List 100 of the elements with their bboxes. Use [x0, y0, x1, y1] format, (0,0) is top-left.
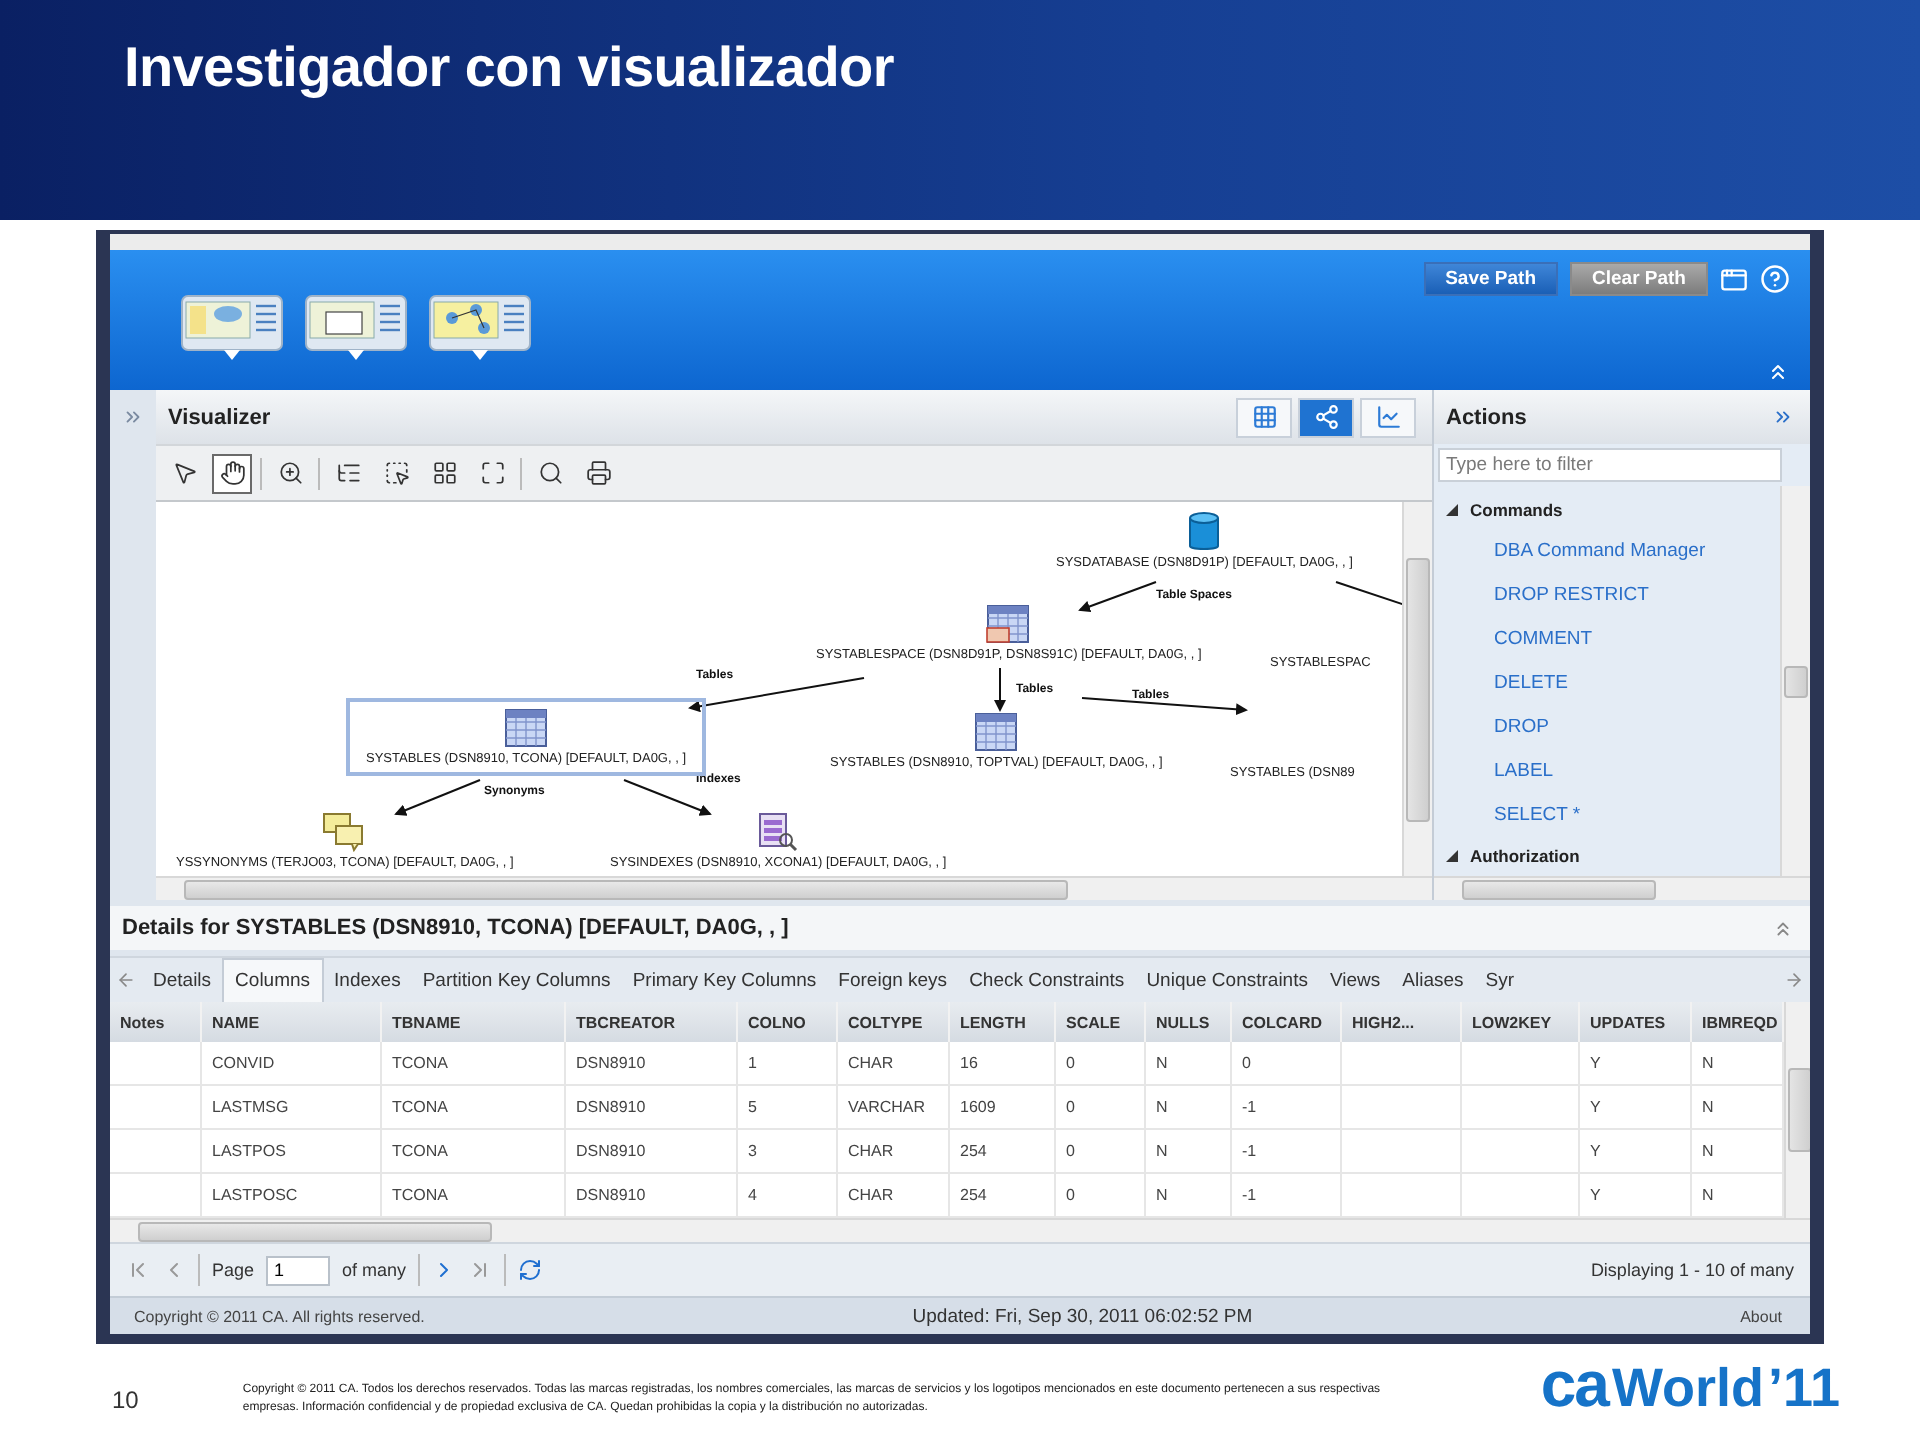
action-link[interactable]: DBA Command Manager: [1434, 529, 1780, 574]
tab[interactable]: Partition Key Columns: [411, 958, 622, 1002]
first-page-icon[interactable]: [126, 1258, 150, 1282]
tab[interactable]: Indexes: [323, 958, 412, 1002]
column-header[interactable]: Notes: [110, 1002, 202, 1042]
search-icon: [537, 460, 563, 486]
column-header[interactable]: NULLS: [1146, 1002, 1232, 1042]
tree-icon: [335, 460, 361, 486]
expander-icon[interactable]: [1446, 503, 1458, 516]
view-thumbnail-button[interactable]: [180, 294, 284, 362]
table-cell: N: [1146, 1130, 1232, 1174]
table-cell: TCONA: [382, 1042, 566, 1086]
table-layout-icon: [304, 294, 408, 362]
tab[interactable]: Aliases: [1391, 958, 1475, 1002]
collapse-icon[interactable]: [1766, 360, 1790, 384]
action-link[interactable]: DELETE: [1434, 661, 1780, 705]
path-button[interactable]: Save Path: [1423, 262, 1558, 296]
tab[interactable]: Unique Constraints: [1135, 958, 1319, 1002]
table-cell: DSN8910: [566, 1086, 738, 1130]
pane-title: Visualizer: [168, 405, 271, 429]
filter-field[interactable]: Type here to filter: [1438, 448, 1782, 482]
page-field[interactable]: 1: [266, 1255, 331, 1285]
arrow: [1078, 581, 1157, 613]
collapse-icon[interactable]: [1772, 917, 1794, 939]
action-link[interactable]: SELECT *: [1434, 792, 1780, 837]
table-cell: [110, 1130, 202, 1174]
tab[interactable]: Details: [142, 958, 223, 1002]
pane-title: Actions: [1446, 405, 1527, 429]
column-header[interactable]: COLTYPE: [838, 1002, 950, 1042]
horizontal-scrollbar[interactable]: [156, 876, 1432, 900]
tab[interactable]: Columns: [222, 958, 324, 1002]
details-title: Details for SYSTABLES (DSN8910, TCONA) [DEFAULT, DA0G, , ]: [122, 916, 789, 940]
view-mode-button[interactable]: [1236, 397, 1292, 437]
database-icon: [1188, 512, 1221, 552]
column-header[interactable]: COLNO: [738, 1002, 838, 1042]
table-icon: [504, 708, 549, 748]
column-header[interactable]: TBCREATOR: [566, 1002, 738, 1042]
tab[interactable]: Primary Key Columns: [621, 958, 828, 1002]
tab[interactable]: Check Constraints: [958, 958, 1136, 1002]
hand-icon: [219, 460, 245, 486]
table-cell: [110, 1086, 202, 1130]
pointer-icon: [171, 460, 197, 486]
help-icon[interactable]: [1760, 264, 1790, 294]
horizontal-scrollbar[interactable]: [110, 1218, 1810, 1242]
paging-summary: Displaying 1 - 10 of many: [1590, 1260, 1794, 1280]
scroll-right-icon[interactable]: [1784, 970, 1804, 990]
line-chart-icon: [1375, 404, 1401, 430]
view-mode-button[interactable]: [1298, 397, 1354, 437]
table-cell: LASTMSG: [202, 1086, 382, 1130]
vertical-scrollbar[interactable]: [1780, 486, 1810, 876]
collapse-icon[interactable]: [1772, 406, 1794, 428]
horizontal-scrollbar[interactable]: [1434, 876, 1810, 900]
table-cell: 0: [1056, 1042, 1146, 1086]
tab[interactable]: Foreign keys: [827, 958, 959, 1002]
column-header[interactable]: TBNAME: [382, 1002, 566, 1042]
expander-icon[interactable]: [1446, 850, 1458, 863]
vertical-scrollbar[interactable]: [1402, 502, 1432, 876]
column-header[interactable]: LOW2KEY: [1462, 1002, 1580, 1042]
table-cell: 0: [1056, 1130, 1146, 1174]
about-link[interactable]: About: [1740, 1307, 1782, 1325]
network-icon: [428, 294, 532, 362]
action-link[interactable]: DROP: [1434, 704, 1780, 749]
column-header[interactable]: UPDATES: [1580, 1002, 1692, 1042]
column-header[interactable]: HIGH2...: [1342, 1002, 1462, 1042]
view-thumbnail-button[interactable]: [428, 294, 532, 362]
table-cell: 254: [950, 1130, 1056, 1174]
vertical-scrollbar[interactable]: [1784, 1002, 1810, 1218]
window-icon[interactable]: [1720, 265, 1748, 293]
column-header[interactable]: COLCARD: [1232, 1002, 1342, 1042]
view-mode-button[interactable]: [1360, 397, 1416, 437]
table-cell: DSN8910: [566, 1130, 738, 1174]
page-number: 10: [112, 1385, 139, 1413]
table-cell: Y: [1580, 1130, 1692, 1174]
table-cell: LASTPOS: [202, 1130, 382, 1174]
action-link[interactable]: DROP RESTRICT: [1434, 573, 1780, 618]
group-label: Authorization: [1470, 846, 1580, 867]
table-cell: 1: [738, 1042, 838, 1086]
arrow: [994, 667, 1006, 712]
column-header[interactable]: LENGTH: [950, 1002, 1056, 1042]
page-count-label: of many: [342, 1260, 407, 1280]
group-label: Commands: [1470, 499, 1563, 520]
table-cell: Y: [1580, 1086, 1692, 1130]
table-cell: TCONA: [382, 1130, 566, 1174]
scroll-left-icon[interactable]: [116, 970, 136, 990]
expand-icon[interactable]: [122, 406, 144, 428]
status-copyright: Copyright © 2011 CA. All rights reserved.: [134, 1307, 425, 1325]
graph-icon: [1313, 404, 1339, 430]
tab[interactable]: Syr: [1474, 958, 1526, 1002]
view-thumbnail-button[interactable]: [304, 294, 408, 362]
tab[interactable]: Views: [1318, 958, 1392, 1002]
table-cell: 3: [738, 1130, 838, 1174]
tool-button[interactable]: [212, 453, 252, 493]
column-header[interactable]: IBMREQD: [1692, 1002, 1784, 1042]
column-header[interactable]: SCALE: [1056, 1002, 1146, 1042]
column-header[interactable]: NAME: [202, 1002, 382, 1042]
arrow: [394, 779, 481, 816]
refresh-icon[interactable]: [518, 1258, 543, 1282]
table-cell: [1462, 1042, 1580, 1086]
action-link[interactable]: COMMENT: [1434, 617, 1780, 662]
action-link[interactable]: LABEL: [1434, 748, 1780, 793]
